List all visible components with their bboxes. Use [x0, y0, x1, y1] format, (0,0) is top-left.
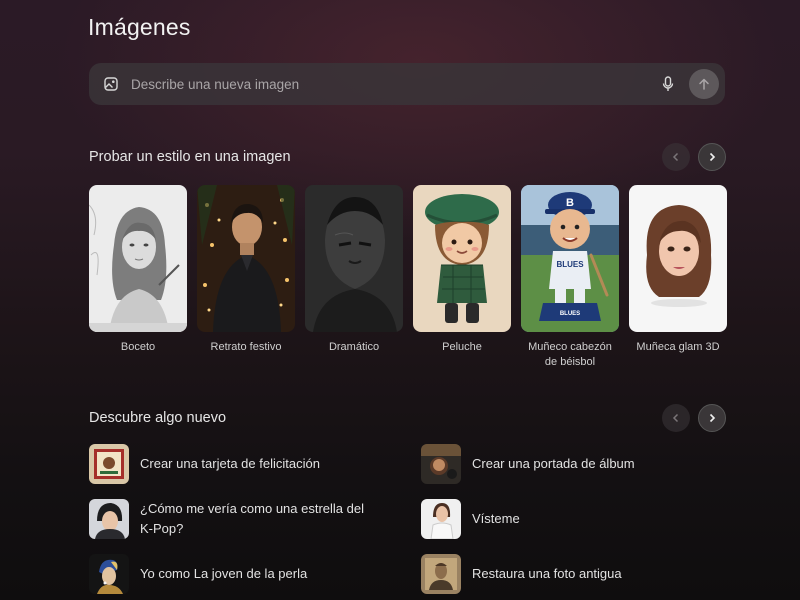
- svg-text:BLUES: BLUES: [556, 260, 584, 269]
- styles-section-title: Probar un estilo en una imagen: [89, 149, 291, 165]
- kpop-star-icon: [89, 499, 129, 539]
- style-label: Muñeco cabezón de béisbol: [528, 341, 612, 368]
- baseball-bobblehead-image: B BLUES BLUES: [521, 185, 619, 332]
- svg-text:BLUES: BLUES: [560, 311, 580, 317]
- chevron-right-icon: [709, 152, 716, 162]
- dress-me-icon: [421, 499, 461, 539]
- arrow-up-icon: [699, 78, 709, 90]
- style-label: Peluche: [442, 341, 482, 353]
- old-photo-icon: [421, 554, 461, 594]
- album-cover-icon: [421, 444, 461, 484]
- microphone-icon[interactable]: [659, 75, 677, 93]
- discover-label: ¿Cómo me vería como una estrella del K-P…: [140, 501, 364, 536]
- page-title: Imágenes: [88, 14, 191, 40]
- discover-item-greeting-card[interactable]: Crear una tarjeta de felicitación: [89, 444, 389, 484]
- style-card-bobblehead[interactable]: B BLUES BLUES Muñeco cabezón de béisbol: [521, 185, 619, 370]
- style-label: Dramático: [328, 341, 380, 353]
- styles-next-button[interactable]: [698, 143, 726, 171]
- image-icon[interactable]: [104, 77, 118, 91]
- prompt-input[interactable]: [131, 76, 659, 92]
- styles-prev-button[interactable]: [662, 143, 690, 171]
- greeting-card-icon: [89, 444, 129, 484]
- pearl-earring-icon: [89, 554, 129, 594]
- style-card-festive[interactable]: Retrato festivo: [197, 185, 295, 355]
- discover-item-album-cover[interactable]: Crear una portada de álbum: [421, 444, 721, 484]
- discover-item-kpop[interactable]: ¿Cómo me vería como una estrella del K-P…: [89, 499, 389, 539]
- dramatic-portrait-image: [305, 185, 403, 332]
- plush-doll-image: [413, 185, 511, 332]
- style-label: Retrato festivo: [210, 341, 282, 353]
- style-card-plush[interactable]: Peluche: [413, 185, 511, 355]
- discover-section-title: Descubre algo nuevo: [89, 410, 227, 426]
- discover-label: Crear una portada de álbum: [472, 456, 635, 471]
- prompt-bar[interactable]: [89, 63, 725, 105]
- discover-item-dress-me[interactable]: Vísteme: [421, 499, 721, 539]
- discover-item-restore[interactable]: Restaura una foto antigua: [421, 554, 721, 594]
- chevron-left-icon: [672, 413, 679, 423]
- discover-label: Crear una tarjeta de felicitación: [140, 456, 320, 471]
- sketch-portrait-image: [89, 185, 187, 332]
- discover-label: Yo como La joven de la perla: [140, 566, 308, 581]
- styles-carousel: Boceto Retrato festivo Dramático Peluche…: [89, 185, 729, 375]
- glam-doll-image: [629, 185, 727, 332]
- style-card-sketch[interactable]: Boceto: [89, 185, 187, 355]
- style-label: Boceto: [120, 341, 156, 353]
- style-card-glam[interactable]: Muñeca glam 3D: [629, 185, 727, 355]
- send-button[interactable]: [689, 69, 719, 99]
- svg-text:B: B: [566, 197, 574, 209]
- discover-item-pearl[interactable]: Yo como La joven de la perla: [89, 554, 389, 594]
- discover-next-button[interactable]: [698, 404, 726, 432]
- chevron-right-icon: [709, 413, 716, 423]
- discover-label: Vísteme: [472, 511, 520, 526]
- festive-portrait-image: [197, 185, 295, 332]
- discover-prev-button[interactable]: [662, 404, 690, 432]
- style-label: Muñeca glam 3D: [636, 341, 720, 353]
- chevron-left-icon: [672, 152, 679, 162]
- discover-label: Restaura una foto antigua: [472, 566, 622, 581]
- style-card-dramatic[interactable]: Dramático: [305, 185, 403, 355]
